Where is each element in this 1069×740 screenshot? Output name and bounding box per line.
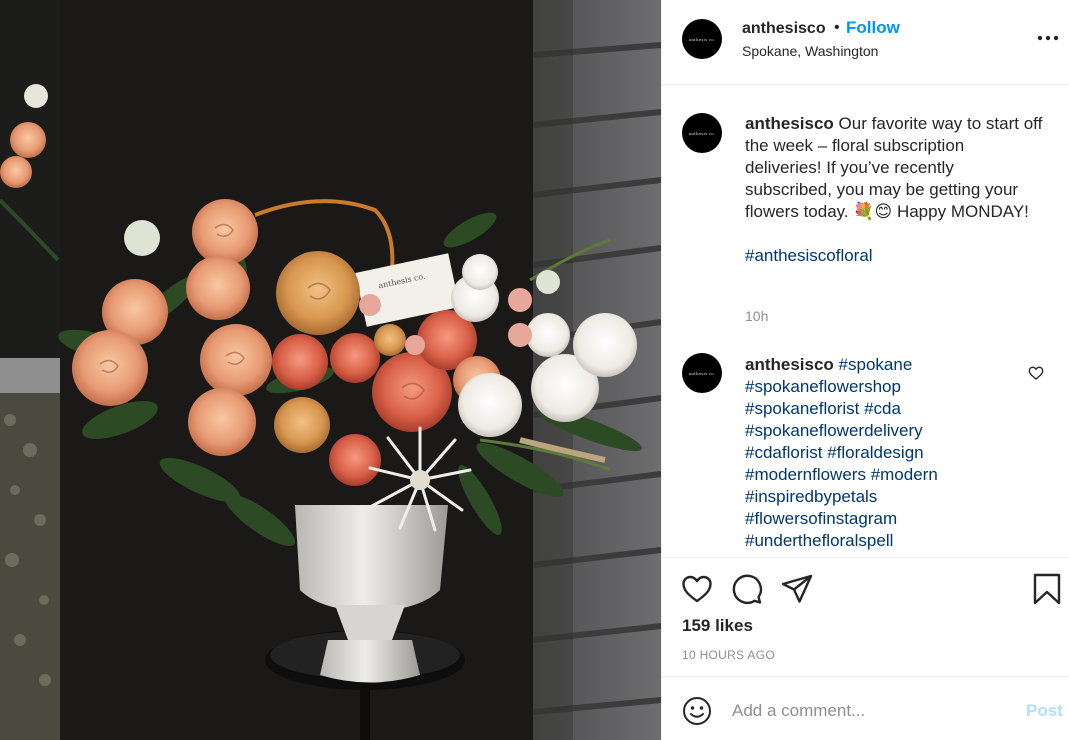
comment-text-block: anthesisco #spokane #spokaneflowershop #…	[745, 354, 1045, 552]
comment-hashtag[interactable]: #floraldesign	[827, 443, 923, 462]
comment-hashtag[interactable]: #spokaneflowershop	[745, 377, 901, 396]
caption-timestamp[interactable]: 10h	[745, 308, 768, 324]
comment-hashtag[interactable]: #spokane	[839, 355, 913, 374]
bookmark-icon	[1033, 573, 1061, 605]
post-actions: 159 likes 10 HOURS AGO	[662, 557, 1069, 677]
like-button[interactable]	[681, 573, 713, 605]
share-button[interactable]	[781, 573, 813, 605]
more-horizontal-icon	[1037, 35, 1059, 41]
follow-button[interactable]: Follow	[846, 18, 900, 38]
comments-list[interactable]: anthesis co. anthesisco Our favorite way…	[662, 86, 1069, 557]
post-comment-button[interactable]: Post	[1026, 701, 1063, 721]
header-separator: •	[834, 19, 840, 36]
post-timestamp[interactable]: 10 HOURS AGO	[682, 648, 775, 662]
comment-button[interactable]	[731, 573, 763, 605]
caption-hashtag[interactable]: #anthesiscofloral	[745, 246, 873, 265]
comment-hashtag[interactable]: #spokaneflowerdelivery	[745, 421, 923, 440]
comment-input[interactable]	[732, 697, 1012, 725]
add-comment-bar: Post	[662, 676, 1069, 740]
save-button[interactable]	[1031, 573, 1063, 605]
avatar-text: anthesis co.	[688, 130, 716, 136]
comment-hashtag[interactable]: #underthefloralspell	[745, 531, 893, 550]
caption-text-block: anthesisco Our favorite way to start off…	[745, 113, 1045, 267]
comment-hashtag[interactable]: #inspiredbypetals	[745, 487, 877, 506]
comment-avatar[interactable]: anthesis co.	[682, 353, 722, 393]
comment-hashtag[interactable]: #cda	[864, 399, 901, 418]
instagram-post-modal: anthesis co. anthesis co. anthesisco • F…	[0, 0, 1069, 740]
post-photo[interactable]: anthesis co.	[0, 0, 661, 740]
heart-icon	[1028, 366, 1044, 380]
avatar-text: anthesis co.	[688, 370, 716, 376]
heart-icon	[682, 575, 712, 603]
post-sidebar: anthesis co. anthesisco • Follow Spokane…	[661, 0, 1069, 740]
emoji-icon	[683, 697, 711, 725]
comment-hashtag[interactable]: #modernflowers	[745, 465, 866, 484]
caption-username[interactable]: anthesisco	[745, 114, 834, 133]
caption-avatar[interactable]: anthesis co.	[682, 113, 722, 153]
comment-like-button[interactable]	[1028, 365, 1044, 381]
comment-hashtag[interactable]: #cdaflorist	[745, 443, 822, 462]
likes-count[interactable]: 159 likes	[682, 616, 753, 636]
avatar-text: anthesis co.	[688, 36, 716, 42]
comment-hashtag[interactable]: #spokaneflorist	[745, 399, 859, 418]
more-options-button[interactable]	[1034, 26, 1062, 50]
comment-hashtag[interactable]: #flowersofinstagram	[745, 509, 897, 528]
profile-avatar[interactable]: anthesis co.	[682, 19, 722, 59]
post-header: anthesis co. anthesisco • Follow Spokane…	[662, 0, 1069, 85]
share-icon	[781, 574, 813, 603]
comment-hashtag[interactable]: #modern	[871, 465, 938, 484]
comment-username[interactable]: anthesisco	[745, 355, 834, 374]
location-link[interactable]: Spokane, Washington	[742, 43, 878, 59]
comment-icon	[732, 574, 763, 604]
header-username[interactable]: anthesisco	[742, 20, 826, 38]
emoji-button[interactable]	[682, 696, 712, 726]
floral-arrangement-image: anthesis co.	[0, 0, 661, 740]
